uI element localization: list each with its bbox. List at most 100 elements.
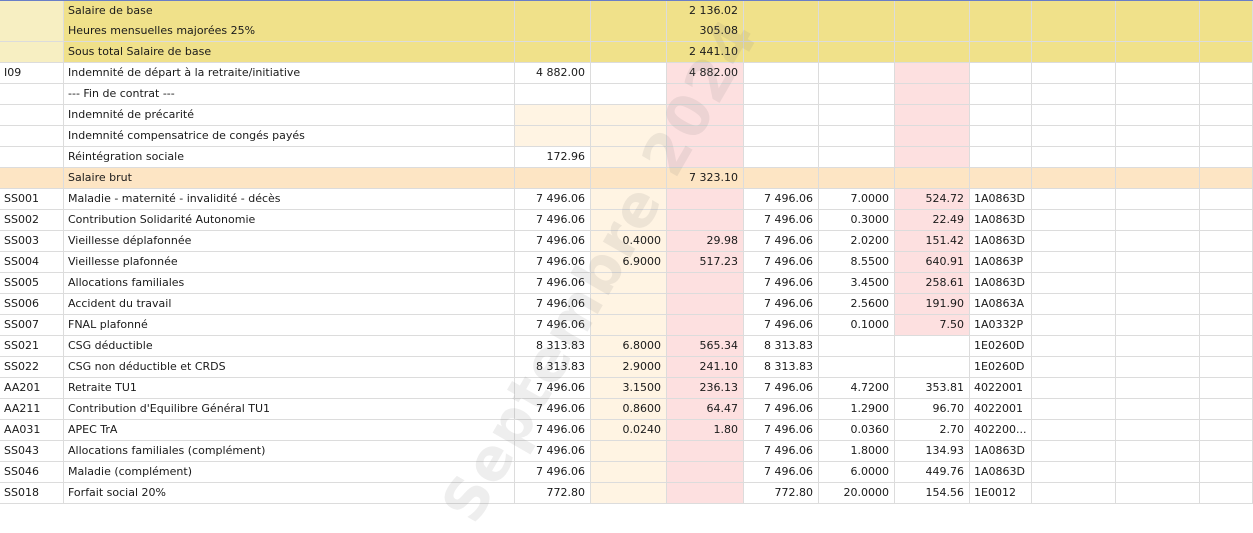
table-row[interactable]: SS002 Contribution Solidarité Autonomie 7 … bbox=[0, 210, 1253, 231]
cell-empty[interactable] bbox=[1032, 126, 1116, 146]
cell-montant-patronal[interactable] bbox=[895, 1, 970, 21]
cell-base[interactable] bbox=[515, 1, 591, 21]
cell-base-patronale[interactable] bbox=[744, 84, 819, 104]
cell-label[interactable]: Accident du travail bbox=[64, 294, 515, 314]
table-row[interactable]: I09 Indemnité de départ à la retraite/ini… bbox=[0, 63, 1253, 84]
table-row[interactable]: Salaire de base 2 136.02 bbox=[0, 0, 1253, 21]
cell-empty[interactable] bbox=[1032, 273, 1116, 293]
cell-taux-salarial[interactable] bbox=[591, 462, 667, 482]
cell-montant-patronal[interactable]: 191.90 bbox=[895, 294, 970, 314]
cell-reference[interactable]: 1A0863D bbox=[970, 231, 1032, 251]
cell-montant-salarial[interactable] bbox=[667, 462, 744, 482]
cell-empty[interactable] bbox=[1032, 147, 1116, 167]
cell-code[interactable]: SS005 bbox=[0, 273, 64, 293]
cell-empty[interactable] bbox=[1032, 105, 1116, 125]
cell-empty[interactable] bbox=[1200, 210, 1253, 230]
cell-montant-patronal[interactable] bbox=[895, 147, 970, 167]
cell-taux-salarial[interactable] bbox=[591, 294, 667, 314]
cell-base[interactable] bbox=[515, 105, 591, 125]
cell-base-patronale[interactable] bbox=[744, 126, 819, 146]
cell-taux-patronal[interactable]: 2.5600 bbox=[819, 294, 895, 314]
cell-taux-patronal[interactable]: 2.0200 bbox=[819, 231, 895, 251]
cell-code[interactable]: I09 bbox=[0, 63, 64, 83]
cell-taux-patronal[interactable]: 0.3000 bbox=[819, 210, 895, 230]
cell-empty[interactable] bbox=[1032, 231, 1116, 251]
cell-base-patronale[interactable]: 7 496.06 bbox=[744, 378, 819, 398]
table-row[interactable]: AA201 Retraite TU1 7 496.06 3.1500 236.13 7 4… bbox=[0, 378, 1253, 399]
cell-empty[interactable] bbox=[1032, 462, 1116, 482]
cell-taux-patronal[interactable]: 3.4500 bbox=[819, 273, 895, 293]
cell-base-patronale[interactable]: 7 496.06 bbox=[744, 420, 819, 440]
cell-base[interactable]: 4 882.00 bbox=[515, 63, 591, 83]
cell-empty[interactable] bbox=[1200, 84, 1253, 104]
cell-empty[interactable] bbox=[1200, 336, 1253, 356]
cell-reference[interactable]: 1A0863P bbox=[970, 252, 1032, 272]
cell-base[interactable]: 7 496.06 bbox=[515, 441, 591, 461]
cell-code[interactable]: SS046 bbox=[0, 462, 64, 482]
cell-taux-salarial[interactable] bbox=[591, 21, 667, 41]
cell-taux-patronal[interactable] bbox=[819, 168, 895, 188]
cell-empty[interactable] bbox=[1032, 336, 1116, 356]
cell-label[interactable]: CSG déductible bbox=[64, 336, 515, 356]
cell-montant-salarial[interactable] bbox=[667, 147, 744, 167]
cell-reference[interactable]: 1E0260D bbox=[970, 357, 1032, 377]
cell-reference[interactable]: 1A0863D bbox=[970, 210, 1032, 230]
cell-montant-patronal[interactable]: 524.72 bbox=[895, 189, 970, 209]
cell-montant-salarial[interactable] bbox=[667, 315, 744, 335]
cell-empty[interactable] bbox=[1116, 462, 1200, 482]
cell-montant-salarial[interactable] bbox=[667, 294, 744, 314]
cell-empty[interactable] bbox=[1032, 84, 1116, 104]
cell-montant-salarial[interactable]: 241.10 bbox=[667, 357, 744, 377]
cell-base-patronale[interactable] bbox=[744, 63, 819, 83]
cell-empty[interactable] bbox=[1200, 252, 1253, 272]
cell-taux-salarial[interactable]: 0.4000 bbox=[591, 231, 667, 251]
cell-empty[interactable] bbox=[1116, 378, 1200, 398]
cell-empty[interactable] bbox=[1200, 63, 1253, 83]
cell-montant-patronal[interactable]: 7.50 bbox=[895, 315, 970, 335]
table-row[interactable]: SS046 Maladie (complément) 7 496.06 7 496.0… bbox=[0, 462, 1253, 483]
cell-taux-salarial[interactable] bbox=[591, 147, 667, 167]
cell-taux-patronal[interactable] bbox=[819, 147, 895, 167]
table-row[interactable]: SS018 Forfait social 20% 772.80 772.80 20.00… bbox=[0, 483, 1253, 504]
cell-reference[interactable] bbox=[970, 126, 1032, 146]
cell-empty[interactable] bbox=[1200, 462, 1253, 482]
table-row[interactable]: AA031 APEC TrA 7 496.06 0.0240 1.80 7 496.06 0… bbox=[0, 420, 1253, 441]
cell-montant-salarial[interactable] bbox=[667, 84, 744, 104]
cell-base-patronale[interactable] bbox=[744, 42, 819, 62]
cell-empty[interactable] bbox=[1032, 294, 1116, 314]
cell-label[interactable]: FNAL plafonné bbox=[64, 315, 515, 335]
cell-empty[interactable] bbox=[1116, 441, 1200, 461]
cell-label[interactable]: CSG non déductible et CRDS bbox=[64, 357, 515, 377]
cell-empty[interactable] bbox=[1200, 441, 1253, 461]
table-row[interactable]: SS021 CSG déductible 8 313.83 6.8000 565.34 8… bbox=[0, 336, 1253, 357]
cell-empty[interactable] bbox=[1116, 315, 1200, 335]
cell-empty[interactable] bbox=[1116, 105, 1200, 125]
cell-code[interactable] bbox=[0, 84, 64, 104]
cell-taux-salarial[interactable] bbox=[591, 105, 667, 125]
cell-empty[interactable] bbox=[1116, 210, 1200, 230]
cell-empty[interactable] bbox=[1116, 420, 1200, 440]
cell-base[interactable]: 7 496.06 bbox=[515, 189, 591, 209]
cell-montant-salarial[interactable]: 2 441.10 bbox=[667, 42, 744, 62]
cell-montant-salarial[interactable] bbox=[667, 273, 744, 293]
cell-code[interactable]: SS018 bbox=[0, 483, 64, 503]
cell-empty[interactable] bbox=[1116, 357, 1200, 377]
cell-label[interactable]: Forfait social 20% bbox=[64, 483, 515, 503]
table-row[interactable]: Salaire brut 7 323.10 bbox=[0, 168, 1253, 189]
cell-reference[interactable]: 1A0863A bbox=[970, 294, 1032, 314]
cell-base-patronale[interactable] bbox=[744, 1, 819, 21]
cell-code[interactable]: AA201 bbox=[0, 378, 64, 398]
cell-montant-patronal[interactable] bbox=[895, 21, 970, 41]
cell-empty[interactable] bbox=[1200, 399, 1253, 419]
cell-reference[interactable] bbox=[970, 42, 1032, 62]
cell-montant-patronal[interactable]: 151.42 bbox=[895, 231, 970, 251]
cell-label[interactable]: Sous total Salaire de base bbox=[64, 42, 515, 62]
cell-taux-salarial[interactable]: 2.9000 bbox=[591, 357, 667, 377]
table-row[interactable]: Réintégration sociale 172.96 bbox=[0, 147, 1253, 168]
cell-base[interactable]: 7 496.06 bbox=[515, 420, 591, 440]
cell-reference[interactable]: 1A0863D bbox=[970, 189, 1032, 209]
cell-taux-salarial[interactable] bbox=[591, 483, 667, 503]
cell-empty[interactable] bbox=[1200, 420, 1253, 440]
cell-base-patronale[interactable]: 772.80 bbox=[744, 483, 819, 503]
cell-code[interactable]: SS001 bbox=[0, 189, 64, 209]
